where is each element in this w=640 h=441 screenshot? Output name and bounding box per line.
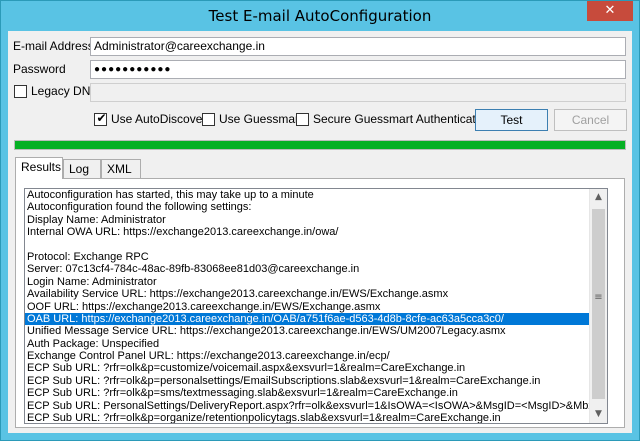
results-lines: Autoconfiguration has started, this may … bbox=[25, 189, 608, 424]
email-label: E-mail Address bbox=[13, 39, 94, 53]
results-tab-panel: Autoconfiguration has started, this may … bbox=[15, 178, 625, 428]
test-button[interactable]: Test bbox=[475, 109, 548, 131]
scroll-down-icon[interactable]: ▼ bbox=[590, 406, 607, 423]
tab-results[interactable]: Results bbox=[15, 157, 63, 179]
results-textbox[interactable]: Autoconfiguration has started, this may … bbox=[24, 188, 608, 424]
use-guessmart-label: Use Guessmart bbox=[219, 112, 303, 126]
close-icon: ✕ bbox=[604, 3, 616, 18]
grip-icon: ≡ bbox=[594, 292, 603, 303]
use-autodiscover-check-mark: ✔ bbox=[96, 111, 107, 125]
result-line: Protocol: Exchange RPC bbox=[27, 250, 149, 263]
result-line: ECP Sub URL: ?rfr=olk&p=personalsettings… bbox=[27, 374, 541, 387]
use-autodiscover-checkbox[interactable]: ✔ bbox=[94, 111, 107, 126]
result-line: ECP Sub URL: PersonalSettings/DeliveryRe… bbox=[27, 399, 608, 412]
password-field[interactable]: ●●●●●●●●●●● bbox=[90, 60, 626, 79]
cancel-button[interactable]: Cancel bbox=[554, 109, 627, 131]
result-line: OAB URL: https://exchange2013.careexchan… bbox=[25, 312, 607, 326]
scroll-up-icon[interactable]: ▲ bbox=[590, 189, 607, 206]
result-line: Internal OWA URL: https://exchange2013.c… bbox=[27, 226, 339, 239]
tab-log[interactable]: Log bbox=[63, 159, 101, 178]
result-line: ECP Sub URL: ?rfr=olk&p=customize/voicem… bbox=[27, 362, 466, 375]
result-line bbox=[25, 239, 607, 251]
legacy-dn-label: Legacy DN bbox=[31, 84, 91, 98]
result-line: Availability Service URL: https://exchan… bbox=[27, 288, 449, 301]
result-line: Auth Package: Unspecified bbox=[27, 337, 160, 350]
result-line: Display Name: Administrator bbox=[27, 213, 166, 226]
email-field[interactable]: Administrator@careexchange.in bbox=[90, 37, 626, 56]
scrollbar-thumb[interactable]: ≡ bbox=[592, 209, 605, 399]
result-line: ECP Sub URL: ?rfr=olk&p=organize/retenti… bbox=[27, 412, 501, 424]
result-line: Unified Message Service URL: https://exc… bbox=[27, 325, 506, 338]
legacy-dn-field[interactable] bbox=[90, 83, 626, 102]
window-title: Test E-mail AutoConfiguration bbox=[208, 7, 432, 25]
close-button[interactable]: ✕ bbox=[587, 1, 633, 21]
secure-guessmart-checkbox[interactable] bbox=[296, 113, 309, 126]
vertical-scrollbar[interactable]: ▲ ≡ ▼ bbox=[589, 189, 607, 423]
secure-guessmart-label: Secure Guessmart Authentication bbox=[313, 112, 492, 126]
result-line: Login Name: Administrator bbox=[27, 275, 157, 288]
result-line: Server: 07c13cf4-784c-48ac-89fb-83068ee8… bbox=[27, 263, 360, 276]
legacy-dn-checkbox[interactable] bbox=[14, 85, 27, 98]
dialog-client-area: E-mail Address Administrator@careexchang… bbox=[8, 31, 632, 433]
progress-bar bbox=[14, 140, 626, 150]
result-line: OOF URL: https://exchange2013.careexchan… bbox=[27, 300, 381, 313]
title-bar[interactable]: Test E-mail AutoConfiguration ✕ bbox=[1, 1, 639, 31]
password-label: Password bbox=[13, 62, 66, 76]
use-autodiscover-label: Use AutoDiscover bbox=[111, 112, 207, 126]
result-line: Autoconfiguration has started, this may … bbox=[27, 189, 314, 201]
tab-xml[interactable]: XML bbox=[101, 159, 141, 178]
result-line: Exchange Control Panel URL: https://exch… bbox=[27, 350, 390, 363]
result-line: ECP Sub URL: ?rfr=olk&p=sms/textmessagin… bbox=[27, 387, 458, 400]
use-guessmart-checkbox[interactable] bbox=[202, 113, 215, 126]
result-line: Autoconfiguration found the following se… bbox=[27, 201, 252, 214]
dialog-window: Test E-mail AutoConfiguration ✕ E-mail A… bbox=[0, 0, 640, 441]
